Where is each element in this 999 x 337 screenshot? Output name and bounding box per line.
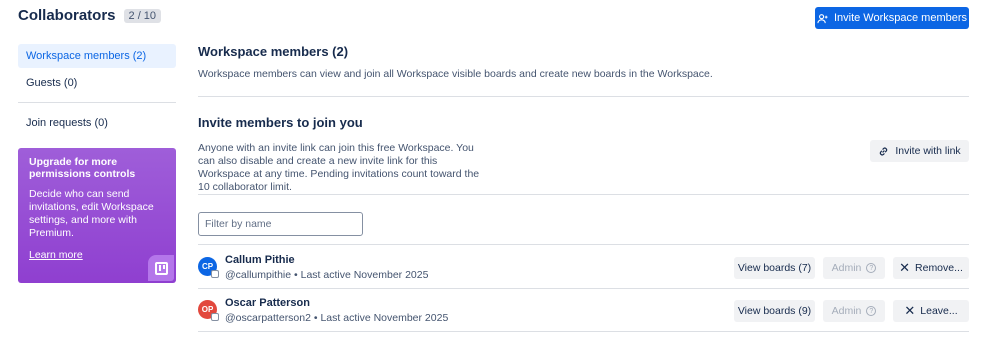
close-icon: ✕ [904, 303, 916, 318]
admin-role-button[interactable]: Admin ? [823, 257, 885, 279]
section-divider [198, 194, 969, 195]
sidebar-item-label: Workspace members (2) [26, 50, 147, 62]
member-type-icon [211, 270, 219, 278]
avatar: CP [198, 257, 219, 278]
view-boards-label: View boards (7) [737, 262, 812, 274]
link-icon [880, 147, 888, 155]
member-row: CP Callum Pithie @callumpithie • Last ac… [198, 245, 969, 288]
sidebar-item-workspace-members[interactable]: Workspace members (2) [18, 44, 176, 68]
member-meta: @oscarpatterson2 • Last active November … [225, 312, 449, 324]
list-divider [198, 331, 969, 332]
question-icon: ? [866, 306, 877, 316]
view-boards-button[interactable]: View boards (9) [734, 300, 815, 322]
members-heading: Workspace members (2) [198, 44, 349, 59]
members-description: Workspace members can view and join all … [198, 68, 713, 80]
member-type-icon [211, 313, 219, 321]
invite-with-link-button[interactable]: Invite with link [870, 140, 969, 162]
trello-logo-icon [148, 255, 174, 281]
sidebar-item-join-requests[interactable]: Join requests (0) [18, 111, 176, 135]
view-boards-button[interactable]: View boards (7) [734, 257, 815, 279]
invite-workspace-members-label: Invite Workspace members [833, 12, 968, 24]
upgrade-body: Decide who can send invitations, edit Wo… [29, 188, 154, 239]
learn-more-link[interactable]: Learn more [29, 249, 165, 261]
filter-by-name-input[interactable] [198, 212, 363, 236]
remove-member-label: Remove... [915, 262, 963, 274]
sidebar-item-label: Join requests (0) [26, 117, 108, 129]
admin-role-label: Admin [831, 262, 862, 274]
sidebar-divider [18, 102, 176, 103]
leave-workspace-label: Leave... [920, 305, 958, 317]
invite-description: Anyone with an invite link can join this… [198, 142, 480, 193]
collaborator-count-badge: 2 / 10 [123, 8, 162, 23]
remove-member-button[interactable]: ✕ Remove... [893, 257, 969, 279]
add-person-icon [817, 13, 828, 23]
member-name: Oscar Patterson [225, 297, 310, 309]
question-icon: ? [866, 263, 877, 273]
page-title: Collaborators [18, 7, 116, 24]
upgrade-card: Upgrade for more permissions controls De… [18, 148, 176, 283]
member-name: Callum Pithie [225, 254, 295, 266]
member-row: OP Oscar Patterson @oscarpatterson2 • La… [198, 288, 969, 331]
admin-role-label: Admin [831, 305, 862, 317]
invite-with-link-label: Invite with link [895, 145, 961, 157]
upgrade-title: Upgrade for more permissions controls [29, 156, 136, 180]
sidebar-item-label: Guests (0) [26, 77, 78, 89]
view-boards-label: View boards (9) [737, 305, 812, 317]
section-divider [198, 96, 969, 97]
avatar: OP [198, 300, 219, 321]
main-content: Workspace members (2) Workspace members … [198, 44, 969, 80]
member-meta: @callumpithie • Last active November 202… [225, 269, 429, 281]
sidebar-item-guests[interactable]: Guests (0) [18, 71, 176, 95]
page-header: Collaborators 2 / 10 [18, 7, 162, 24]
close-icon: ✕ [899, 260, 911, 275]
sidebar: Workspace members (2) Guests (0) Join re… [18, 44, 176, 135]
admin-role-button[interactable]: Admin ? [823, 300, 885, 322]
leave-workspace-button[interactable]: ✕ Leave... [893, 300, 969, 322]
invite-workspace-members-button[interactable]: Invite Workspace members [815, 7, 969, 29]
invite-heading: Invite members to join you [198, 115, 363, 130]
